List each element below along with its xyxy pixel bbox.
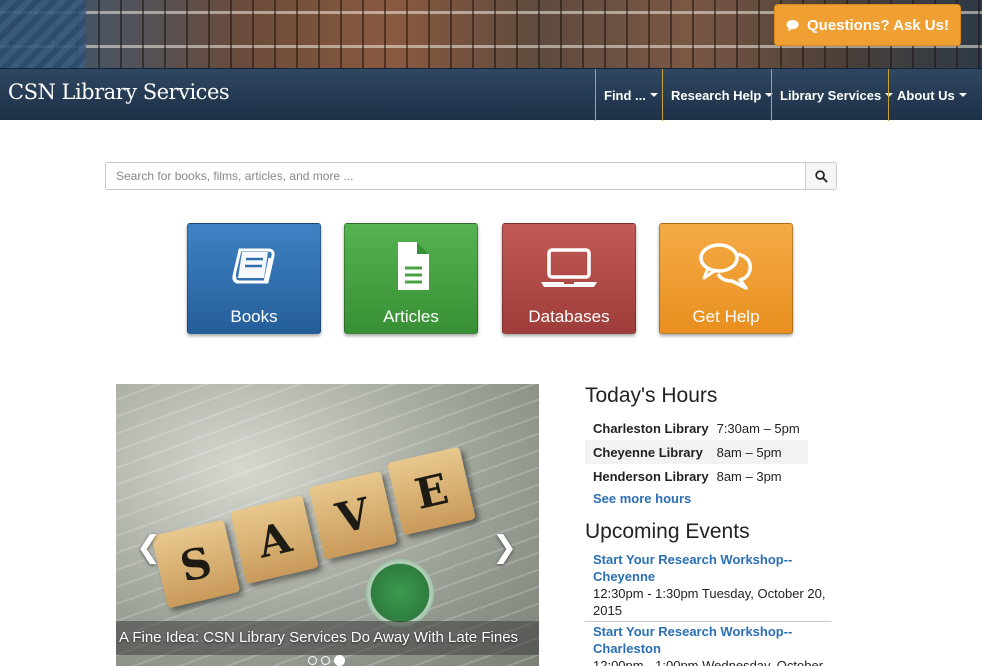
search-button[interactable] [805, 162, 837, 190]
nav-find[interactable]: Find ... [595, 69, 662, 121]
get-help-tile[interactable]: Get Help [659, 223, 793, 334]
books-tile[interactable]: Books [187, 223, 321, 334]
search-icon [814, 169, 828, 183]
hours-location: Cheyenne Library [593, 444, 703, 460]
laptop-icon [503, 238, 635, 294]
carousel-prev-icon[interactable]: ❮ [136, 530, 161, 565]
event-time: 12:00pm - 1:00pm Wednesday, October 21 [593, 658, 824, 666]
nav-menu: Find ... Research Help Library Services … [595, 69, 982, 121]
scrabble-tile: E [387, 446, 476, 536]
site-brand[interactable]: CSN Library Services [8, 80, 230, 104]
events-heading: Upcoming Events [585, 520, 750, 543]
header-banner: Questions? Ask Us! [0, 0, 982, 68]
scrabble-tile: V [308, 470, 398, 560]
nav-research-help[interactable]: Research Help [662, 69, 774, 121]
see-more-hours-link[interactable]: See more hours [593, 491, 691, 506]
carousel-caption[interactable]: A Fine Idea: CSN Library Services Do Awa… [119, 629, 518, 646]
hours-location: Henderson Library [593, 468, 709, 484]
nav-library-services-label: Library Services [780, 87, 882, 103]
hours-location: Charleston Library [593, 420, 709, 436]
event-title-link[interactable]: Start Your Research Workshop--Cheyenne [593, 551, 831, 585]
articles-label: Articles [383, 307, 439, 326]
book-icon [188, 238, 320, 294]
databases-tile[interactable]: Databases [502, 223, 636, 334]
carousel-next-icon[interactable]: ❯ [492, 530, 517, 565]
nav-about-us-label: About Us [897, 87, 955, 103]
banner-edge-image [0, 0, 86, 68]
event-item: Start Your Research Workshop--Charleston… [585, 623, 831, 666]
news-carousel[interactable]: S A V E ❮ ❯ A Fine Idea: CSN Library Ser… [116, 384, 539, 666]
ask-us-label: Questions? Ask Us! [807, 16, 949, 34]
hours-time: 8am – 3pm [716, 468, 782, 484]
hours-time: 8am – 5pm [716, 444, 782, 460]
hours-row: Cheyenne Library 8am – 5pm [585, 440, 808, 464]
document-icon [345, 238, 477, 294]
event-time: 12:30pm - 1:30pm Tuesday, October 20, 20… [593, 586, 826, 618]
search-bar [105, 162, 837, 190]
main-navbar: CSN Library Services Find ... Research H… [0, 68, 982, 121]
carousel-dot-active[interactable] [334, 655, 345, 666]
nav-research-help-label: Research Help [671, 87, 762, 103]
hours-table: Charleston Library 7:30am – 5pm Cheyenne… [585, 416, 808, 488]
nav-about-us[interactable]: About Us [888, 69, 982, 121]
carousel-dot[interactable] [321, 656, 330, 665]
chat-icon [786, 19, 799, 32]
scrabble-tile: A [229, 495, 319, 585]
books-label: Books [230, 307, 278, 326]
ask-us-button[interactable]: Questions? Ask Us! [774, 4, 961, 46]
hours-heading: Today's Hours [585, 384, 718, 407]
nav-library-services[interactable]: Library Services [771, 69, 894, 121]
carousel-dot[interactable] [308, 656, 317, 665]
search-input[interactable] [105, 162, 805, 190]
carousel-indicators [308, 655, 345, 666]
treasury-seal-image [366, 559, 434, 627]
articles-tile[interactable]: Articles [344, 223, 478, 334]
hours-time: 7:30am – 5pm [716, 420, 800, 436]
nav-find-label: Find ... [604, 87, 646, 103]
caret-down-icon [649, 93, 658, 97]
scrabble-tile: S [151, 519, 241, 609]
hours-row: Charleston Library 7:30am – 5pm [585, 416, 808, 440]
databases-label: Databases [528, 307, 610, 326]
chat-bubbles-icon [660, 238, 792, 294]
caret-down-icon [958, 93, 967, 97]
event-title-link[interactable]: Start Your Research Workshop--Charleston [593, 623, 831, 657]
hours-row: Henderson Library 8am – 3pm [585, 464, 808, 488]
event-item: Start Your Research Workshop--Cheyenne 1… [585, 551, 831, 622]
get-help-label: Get Help [692, 307, 760, 326]
